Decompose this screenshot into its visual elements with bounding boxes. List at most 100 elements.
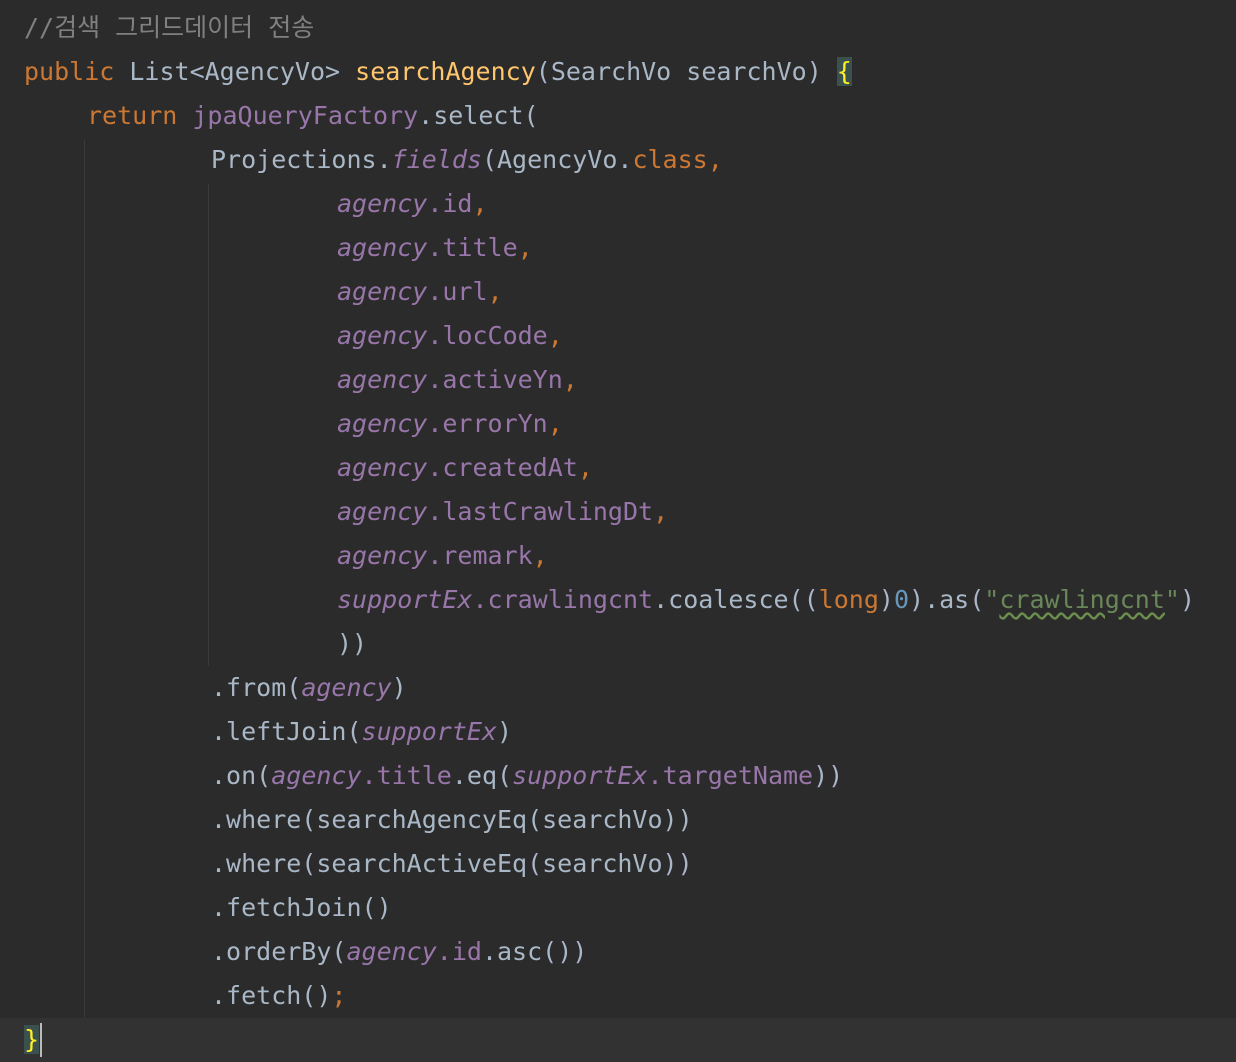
code-token: .from( (211, 673, 302, 702)
code-line[interactable]: agency.lastCrawlingDt, (0, 490, 1236, 534)
code-token: .fetchJoin() (211, 893, 392, 922)
code-token: fields (391, 145, 482, 174)
code-line[interactable]: .fetch(); (0, 974, 1236, 1018)
code-token: ).as( (909, 585, 985, 614)
code-line[interactable]: agency.activeYn, (0, 358, 1236, 402)
code-token: agency (337, 189, 428, 218)
code-text: .fetch(); (211, 974, 346, 1018)
code-token: )) (337, 629, 368, 658)
code-token: , (653, 497, 669, 526)
code-token: searchAgency (355, 57, 536, 86)
code-line[interactable]: )) (0, 622, 1236, 666)
code-text: agency.remark, (337, 534, 548, 578)
code-text: .from(agency) (211, 666, 407, 710)
code-token: agency (346, 937, 437, 966)
code-text: agency.id, (337, 182, 488, 226)
code-token: .activeYn (427, 365, 563, 394)
code-text: agency.lastCrawlingDt, (337, 490, 668, 534)
code-text: agency.url, (337, 270, 503, 314)
code-line[interactable]: agency.errorYn, (0, 402, 1236, 446)
code-token: class, (632, 145, 723, 174)
code-editor[interactable]: //검색 그리드데이터 전송 public List<AgencyVo> sear… (0, 0, 1236, 1062)
code-token: agency (271, 761, 362, 790)
code-token: , (532, 541, 548, 570)
code-token: .where(searchActiveEq(searchVo)) (211, 849, 693, 878)
code-token: return (87, 101, 193, 130)
code-text: agency.createdAt, (337, 446, 593, 490)
open-brace-highlight: { (836, 57, 852, 86)
code-line[interactable]: .where(searchAgencyEq(searchVo)) (0, 798, 1236, 842)
code-line[interactable]: .leftJoin(supportEx) (0, 710, 1236, 754)
code-token: .locCode (427, 321, 548, 350)
code-line[interactable]: .fetchJoin() (0, 886, 1236, 930)
code-token: supportEx (512, 761, 648, 790)
code-text: agency.locCode, (337, 314, 563, 358)
code-token: List<AgencyVo> (129, 57, 356, 86)
code-token: .asc()) (481, 937, 588, 966)
code-line[interactable]: .on(agency.title.eq(supportEx.targetName… (0, 754, 1236, 798)
code-token: agency (337, 321, 428, 350)
code-token: agency (337, 541, 428, 570)
code-token: .lastCrawlingDt (427, 497, 654, 526)
code-line[interactable]: .from(agency) (0, 666, 1236, 710)
code-text: .fetchJoin() (211, 886, 392, 930)
code-token: agency (337, 497, 428, 526)
text-cursor (40, 1023, 42, 1057)
close-brace-highlight: } (24, 1025, 40, 1054)
code-token: .errorYn (427, 409, 548, 438)
code-token: ) (391, 673, 407, 702)
code-token: ) (878, 585, 894, 614)
code-token: .leftJoin( (211, 717, 362, 746)
code-token: supportEx (337, 585, 473, 614)
code-token: .createdAt (427, 453, 578, 482)
code-token: agency (337, 365, 428, 394)
code-text: agency.activeYn, (337, 358, 578, 402)
code-token: long (818, 585, 879, 614)
code-line[interactable]: agency.locCode, (0, 314, 1236, 358)
code-text: .where(searchAgencyEq(searchVo)) (211, 798, 693, 842)
code-line[interactable]: agency.url, (0, 270, 1236, 314)
code-token: (AgencyVo. (481, 145, 633, 174)
code-line[interactable]: } (0, 1018, 1236, 1062)
code-line[interactable]: agency.remark, (0, 534, 1236, 578)
code-token: .title (427, 233, 518, 262)
code-token: 0 (893, 585, 910, 614)
code-line[interactable]: agency.title, (0, 226, 1236, 270)
code-token: public (24, 57, 130, 86)
code-token: Projections. (211, 145, 392, 174)
code-token: //검색 그리드데이터 전송 (24, 13, 315, 42)
code-line[interactable]: return jpaQueryFactory.select( (0, 94, 1236, 138)
code-token: .id (436, 937, 482, 966)
code-text: agency.errorYn, (337, 402, 563, 446)
code-token: , (517, 233, 533, 262)
code-token: " (1164, 585, 1180, 614)
code-text: agency.title, (337, 226, 533, 270)
code-token: .remark (427, 541, 533, 570)
code-token: agency (337, 453, 428, 482)
code-line[interactable]: .orderBy(agency.id.asc()) (0, 930, 1236, 974)
code-token: .id (427, 189, 473, 218)
code-line[interactable]: //검색 그리드데이터 전송 (0, 6, 1236, 50)
code-token: .crawlingcnt (472, 585, 654, 614)
code-token: , (562, 365, 578, 394)
code-line[interactable]: agency.createdAt, (0, 446, 1236, 490)
code-token: , (472, 189, 488, 218)
code-line[interactable]: .where(searchActiveEq(searchVo)) (0, 842, 1236, 886)
code-token: , (487, 277, 503, 306)
code-token: supportEx (361, 717, 497, 746)
code-line[interactable]: public List<AgencyVo> searchAgency(Searc… (0, 50, 1236, 94)
code-text: )) (337, 622, 367, 666)
code-text: .on(agency.title.eq(supportEx.targetName… (211, 754, 843, 798)
code-token: .where(searchAgencyEq(searchVo)) (211, 805, 693, 834)
code-text: } (24, 1018, 40, 1062)
code-token: " (984, 585, 1000, 614)
code-token: agency (337, 409, 428, 438)
code-text: .orderBy(agency.id.asc()) (211, 930, 587, 974)
code-token: , (547, 321, 563, 350)
typo-string: crawlingcnt (999, 585, 1165, 614)
code-line[interactable]: agency.id, (0, 182, 1236, 226)
code-token: .targetName (647, 761, 814, 790)
code-line[interactable]: Projections.fields(AgencyVo.class, (0, 138, 1236, 182)
code-text: return jpaQueryFactory.select( (87, 94, 539, 138)
code-line[interactable]: supportEx.crawlingcnt.coalesce((long)0).… (0, 578, 1236, 622)
